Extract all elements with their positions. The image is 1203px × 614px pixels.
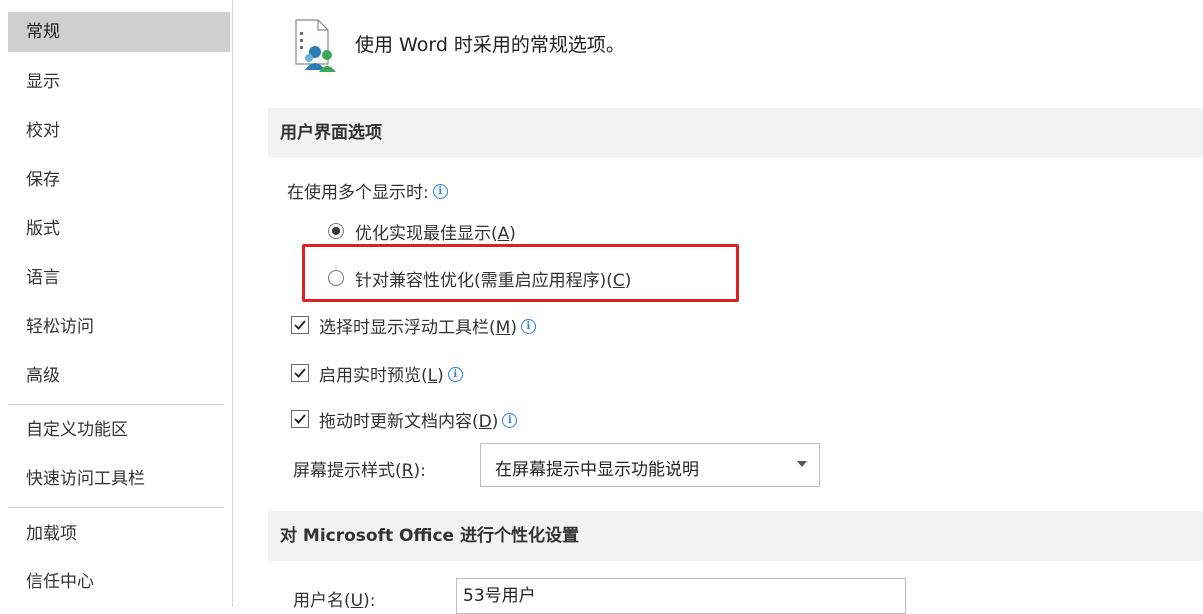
screentip-text: 屏幕提示样式( <box>293 461 402 481</box>
checkbox-live-preview[interactable] <box>291 364 309 382</box>
screentip-style-select[interactable]: 在屏幕提示中显示功能说明 <box>480 443 820 487</box>
mini-toolbar-label: 选择时显示浮动工具栏(M) i <box>319 313 536 338</box>
username-input[interactable]: 53号用户 <box>456 578 906 614</box>
sidebar-item-quick-access-toolbar[interactable]: 快速访问工具栏 <box>8 459 230 499</box>
accelerator-key: R <box>401 461 414 481</box>
label-end: ) <box>437 366 444 386</box>
radio-optimize-label: 优化实现最佳显示(A) <box>355 219 516 244</box>
sidebar-item-general[interactable]: 常规 <box>8 12 230 52</box>
info-icon[interactable]: i <box>432 184 448 199</box>
sidebar-item-accessibility[interactable]: 轻松访问 <box>8 307 230 347</box>
chevron-down-icon[interactable] <box>797 461 807 467</box>
label-end: ): <box>413 461 426 481</box>
accelerator-key: A <box>497 224 510 244</box>
username-text: 用户名( <box>293 591 351 611</box>
label-end: ) <box>509 224 516 244</box>
sidebar-divider <box>8 507 224 508</box>
username-label: 用户名(U): <box>293 586 375 611</box>
highlight-annotation-box <box>302 244 739 302</box>
checkmark-icon <box>294 320 306 330</box>
sidebar-item-advanced[interactable]: 高级 <box>8 356 230 396</box>
accelerator-key: D <box>478 412 492 432</box>
sidebar-item-trust-center[interactable]: 信任中心 <box>8 562 230 602</box>
radio-button-checked[interactable] <box>328 223 344 239</box>
checkbox-mini-toolbar[interactable] <box>291 316 309 334</box>
sidebar-item-language[interactable]: 语言 <box>8 258 230 298</box>
sidebar-item-display[interactable]: 显示 <box>8 62 230 102</box>
checkmark-icon <box>294 414 306 424</box>
sidebar-item-customize-ribbon[interactable]: 自定义功能区 <box>8 410 230 450</box>
multi-display-label: 在使用多个显示时: i <box>287 178 448 203</box>
general-options-icon <box>288 18 340 78</box>
checkmark-icon <box>294 368 306 378</box>
sidebar-item-save[interactable]: 保存 <box>8 160 230 200</box>
info-icon[interactable]: i <box>447 367 463 382</box>
sidebar-item-layout[interactable]: 版式 <box>8 209 230 249</box>
mini-toolbar-text: 选择时显示浮动工具栏( <box>319 318 496 338</box>
page-description: 使用 Word 时采用的常规选项。 <box>355 34 625 56</box>
update-content-label: 拖动时更新文档内容(D) i <box>319 407 518 432</box>
checkbox-update-content[interactable] <box>291 410 309 428</box>
sidebar-item-addins[interactable]: 加载项 <box>8 514 230 554</box>
sidebar-divider <box>8 404 224 405</box>
live-preview-text: 启用实时预览( <box>319 366 428 386</box>
live-preview-label: 启用实时预览(L) i <box>319 361 463 386</box>
accelerator-key: L <box>427 366 438 386</box>
sidebar-item-proofing[interactable]: 校对 <box>8 111 230 151</box>
section-personalize-office: 对 Microsoft Office 进行个性化设置 <box>268 511 1203 561</box>
options-content: 使用 Word 时采用的常规选项。 用户界面选项 在使用多个显示时: i 优化实现… <box>233 0 1203 611</box>
radio-optimize-text: 优化实现最佳显示( <box>355 224 498 244</box>
section-ui-options: 用户界面选项 <box>268 108 1203 158</box>
update-content-text: 拖动时更新文档内容( <box>319 412 479 432</box>
options-sidebar: 常规 显示 校对 保存 版式 语言 轻松访问 高级 自定义功能区 快速访问工具栏… <box>0 0 232 607</box>
screentip-style-label: 屏幕提示样式(R): <box>293 456 426 481</box>
accelerator-key: M <box>495 318 511 338</box>
accelerator-key: U <box>350 591 364 611</box>
label-end: ): <box>363 591 376 611</box>
info-icon[interactable]: i <box>502 413 518 428</box>
screentip-style-value: 在屏幕提示中显示功能说明 <box>495 460 699 480</box>
info-icon[interactable]: i <box>520 319 536 334</box>
label-end: ) <box>510 318 517 338</box>
multi-display-text: 在使用多个显示时: <box>287 183 429 203</box>
label-end: ) <box>491 412 499 432</box>
